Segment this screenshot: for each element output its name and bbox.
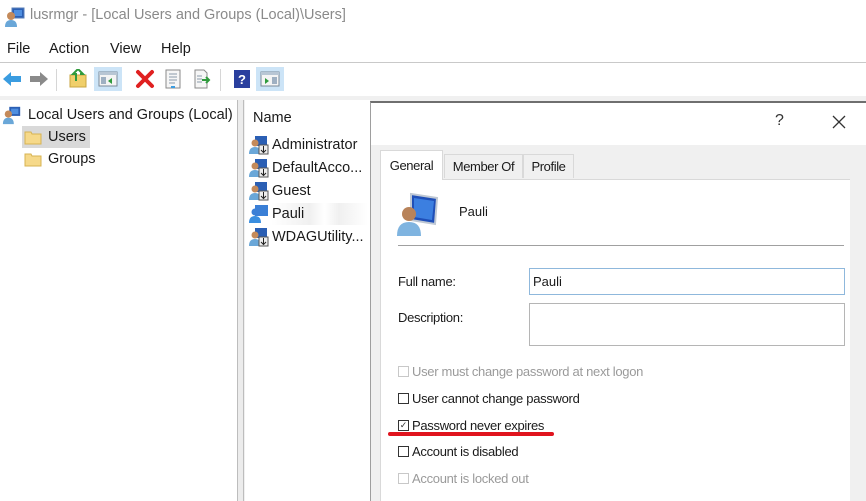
users-computer-icon <box>2 106 21 125</box>
description-input[interactable] <box>529 303 845 346</box>
checkbox[interactable] <box>398 472 409 484</box>
must-change-password-checkbox[interactable]: User must change password at next logon <box>398 362 643 380</box>
tree-item-groups[interactable]: Groups <box>22 148 100 170</box>
user-name: DefaultAcco... <box>272 160 363 176</box>
export-list-icon <box>194 69 211 89</box>
menu-bar: File Action View Help <box>0 38 866 62</box>
user-name-heading: Pauli <box>459 204 488 219</box>
tree-item-label: Users <box>48 129 86 145</box>
list-item-selected[interactable]: Pauli <box>249 203 370 225</box>
user-name: Administrator <box>272 137 358 153</box>
folder-icon <box>24 131 42 145</box>
properties-icon <box>165 69 181 89</box>
full-name-input[interactable] <box>529 268 845 295</box>
account-disabled-checkbox[interactable]: Account is disabled <box>398 442 519 460</box>
menu-action[interactable]: Action <box>49 41 89 57</box>
highlight-underline-annotation <box>388 432 554 436</box>
show-hide-console-tree-icon <box>98 71 118 87</box>
tab-member-of[interactable]: Member Of <box>444 154 523 178</box>
users-list: Name Administrator DefaultAcco... Guest … <box>245 100 370 501</box>
description-label: Description: <box>398 310 464 325</box>
tree-item-users[interactable]: Users <box>22 126 90 148</box>
show-hide-action-pane-icon <box>260 71 280 87</box>
dialog-titlebar: ? <box>371 103 866 145</box>
export-list-button[interactable] <box>190 67 214 91</box>
delete-icon <box>136 70 154 88</box>
pane-splitter[interactable] <box>238 100 244 501</box>
checkbox[interactable] <box>398 392 409 404</box>
console-tree: Local Users and Groups (Local) Users Gro… <box>0 100 238 501</box>
tree-item-label: Groups <box>48 151 96 167</box>
window-titlebar: lusrmgr - [Local Users and Groups (Local… <box>0 0 866 34</box>
list-item[interactable]: Guest <box>249 180 370 202</box>
menu-view[interactable]: View <box>110 41 141 57</box>
dialog-right-edge <box>850 179 866 501</box>
forward-arrow-icon <box>30 72 48 86</box>
user-icon <box>249 136 269 155</box>
back-button[interactable] <box>0 67 24 91</box>
checkbox-label: User cannot change password <box>412 390 580 406</box>
menu-help[interactable]: Help <box>161 41 191 57</box>
dialog-help-button[interactable]: ? <box>775 112 784 130</box>
list-item[interactable]: Administrator <box>249 134 370 156</box>
user-icon <box>249 228 269 247</box>
back-arrow-icon <box>3 72 21 86</box>
checkbox[interactable] <box>398 365 409 377</box>
toolbar-separator <box>56 69 57 91</box>
checkbox-checked[interactable]: ✓ <box>398 419 409 431</box>
tree-root-label: Local Users and Groups (Local) <box>28 107 233 123</box>
folder-icon <box>24 153 42 167</box>
column-header-name[interactable]: Name <box>253 110 292 126</box>
checkbox-label: Password never expires <box>412 417 545 433</box>
tree-root[interactable]: Local Users and Groups (Local) <box>2 105 233 125</box>
general-tab-panel: Pauli Full name: Description: User must … <box>380 179 860 501</box>
list-item[interactable]: DefaultAcco... <box>249 157 370 179</box>
toolbar-separator <box>220 69 221 91</box>
account-locked-out-checkbox[interactable]: Account is locked out <box>398 469 529 487</box>
user-icon <box>249 205 268 223</box>
users-computer-icon <box>5 7 25 27</box>
toolbar: ? <box>0 62 866 96</box>
properties-button[interactable] <box>161 67 185 91</box>
tab-profile[interactable]: Profile <box>523 154 574 178</box>
full-name-label: Full name: <box>398 274 456 289</box>
forward-button[interactable] <box>27 67 51 91</box>
help-button[interactable]: ? <box>230 67 254 91</box>
checkbox-label: Account is disabled <box>412 443 519 459</box>
user-account-icon <box>397 192 439 236</box>
checkbox[interactable] <box>398 445 409 457</box>
up-level-button[interactable] <box>66 67 90 91</box>
user-properties-dialog: ? General Member Of Profile Pauli Full n… <box>370 101 866 501</box>
svg-text:?: ? <box>238 72 246 87</box>
user-name: Pauli <box>272 206 305 222</box>
help-icon: ? <box>234 70 250 88</box>
user-name: WDAGUtility... <box>272 229 364 245</box>
tab-general[interactable]: General <box>380 150 443 180</box>
close-icon[interactable] <box>829 112 849 132</box>
divider <box>398 245 844 246</box>
checkbox-label: User must change password at next logon <box>412 363 644 379</box>
delete-button[interactable] <box>133 67 157 91</box>
user-name: Guest <box>272 183 311 199</box>
list-item[interactable]: WDAGUtility... <box>249 226 370 248</box>
menu-file[interactable]: File <box>7 41 30 57</box>
user-icon <box>249 159 269 178</box>
user-icon <box>249 182 269 201</box>
checkbox-label: Account is locked out <box>412 470 529 486</box>
window-title: lusrmgr - [Local Users and Groups (Local… <box>30 7 346 23</box>
show-hide-action-pane-button[interactable] <box>256 67 284 91</box>
up-folder-icon <box>69 69 87 88</box>
show-hide-console-tree-button[interactable] <box>94 67 122 91</box>
cannot-change-password-checkbox[interactable]: User cannot change password <box>398 389 580 407</box>
